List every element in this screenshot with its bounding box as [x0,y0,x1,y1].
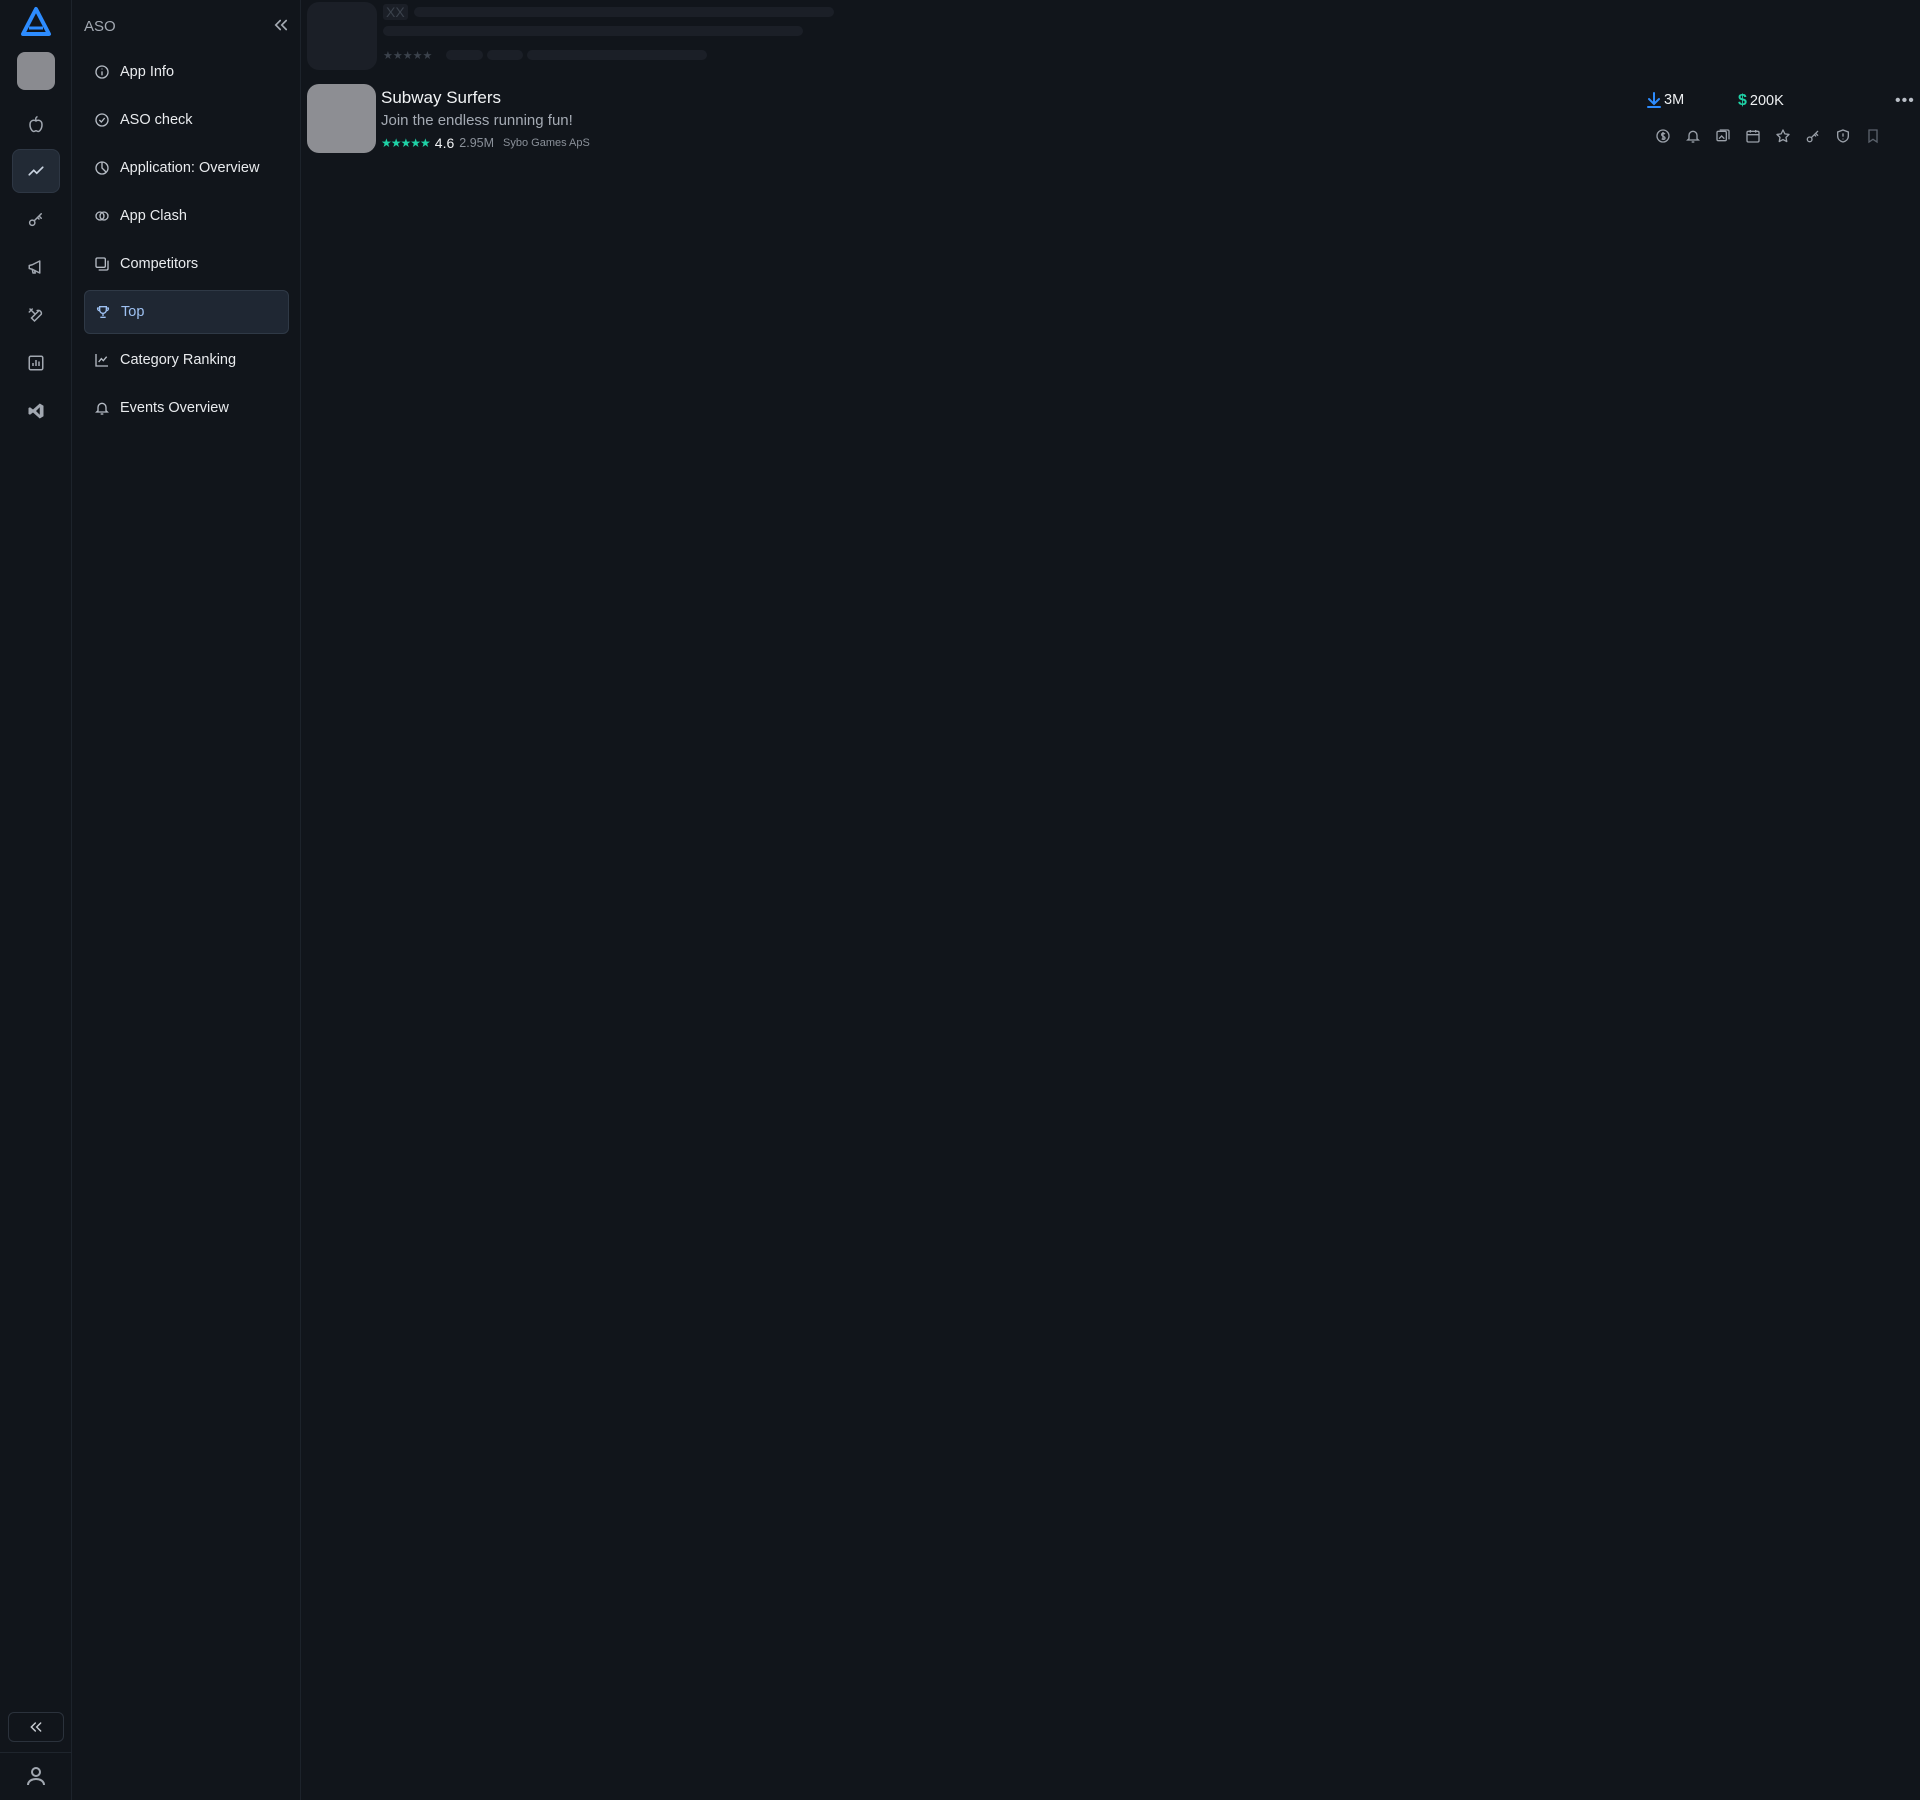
tools-icon[interactable] [12,293,60,337]
pie-chart-icon [94,160,110,176]
collapse-sidebar-icon[interactable] [272,16,290,34]
check-circle-icon [94,112,110,128]
app-developer[interactable]: Sybo Games ApS [503,137,590,149]
app-name[interactable]: Subway Surfers [381,88,501,108]
sidebar-item-label: App Info [120,64,175,80]
skeleton-app-icon [307,2,377,70]
user-icon[interactable] [24,1764,48,1788]
sidebar-item-aso-check[interactable]: ASO check [84,98,289,142]
sidebar-item-category-ranking[interactable]: Category Ranking [84,338,289,382]
dollar-circle-icon[interactable] [1648,126,1678,146]
megaphone-icon[interactable] [12,245,60,289]
sidebar-item-label: Competitors [120,256,199,272]
apple-icon[interactable] [12,102,60,146]
app-meta: ★★★★★ 4.6 2.95M Sybo Games ApS [381,135,590,151]
bookmark-icon[interactable] [1858,126,1888,146]
swords-icon [94,208,110,224]
download-icon [1647,92,1661,108]
app-icon[interactable] [307,84,376,153]
sidebar-item-events-overview[interactable]: Events Overview [84,386,289,430]
revenue-value: 200K [1749,93,1784,109]
aso-sidebar: ASO App Info ASO check Application: Over… [72,0,301,1800]
sidebar-item-label: Top [121,304,145,320]
skeleton-developer-bar [527,50,707,60]
double-chevron-left-icon [30,1722,42,1732]
trophy-icon [95,304,111,320]
selected-app-thumbnail[interactable] [17,52,55,90]
skeleton-subtitle-bar [383,26,803,36]
rail-divider [0,1752,72,1753]
skeleton-votes-bar [487,50,523,60]
app-rating: 4.6 [434,135,455,151]
sidebar-item-label: ASO check [120,112,193,128]
bell-icon[interactable] [1678,126,1708,146]
sidebar-item-label: Category Ranking [120,352,237,368]
calendar-icon[interactable] [1738,126,1768,146]
shield-icon[interactable] [1828,126,1858,146]
rating-stars: ★★★★★ [381,136,431,150]
icon-rail [0,0,72,1800]
downloads-stat: 3M [1647,92,1684,108]
sidebar-item-label: App Clash [120,208,187,224]
app-subtitle: Join the endless running fun! [381,112,573,129]
skeleton-title-bar [414,7,834,17]
sidebar-item-competitors[interactable]: Competitors [84,242,289,286]
revenue-stat: $ 200K [1738,92,1784,110]
app-actions [1648,126,1888,146]
screenshots-icon[interactable] [1708,126,1738,146]
sidebar-item-app-info[interactable]: App Info [84,50,289,94]
line-chart-icon [94,352,110,368]
downloads-value: 3M [1664,92,1685,108]
trending-icon[interactable] [12,149,60,193]
dollar-icon: $ [1738,92,1747,109]
more-options-button[interactable]: ••• [1895,92,1915,110]
sidebar-item-top[interactable]: Top [84,290,289,334]
collapse-rail-button[interactable] [8,1712,64,1742]
app-votes: 2.95M [459,136,495,150]
main-content: XX ★★★★★ Subway Surfers Join the endless… [301,0,1920,1800]
skeleton-rating-bar [446,50,483,60]
skeleton-stars: ★★★★★ [383,50,433,62]
sidebar-title: ASO [84,18,116,35]
sidebar-item-application-overview[interactable]: Application: Overview [84,146,289,190]
key-icon[interactable] [1798,126,1828,146]
sidebar-item-app-clash[interactable]: App Clash [84,194,289,238]
gallery-icon [94,256,110,272]
star-icon[interactable] [1768,126,1798,146]
sidebar-item-label: Events Overview [120,400,229,416]
bar-chart-icon[interactable] [12,341,60,385]
key-icon[interactable] [12,197,60,241]
info-icon [94,64,110,80]
sidebar-item-label: Application: Overview [120,160,260,176]
skeleton-placeholder: XX [383,4,408,20]
vscode-icon[interactable] [12,389,60,433]
bell-icon [94,400,110,416]
logo-icon[interactable] [20,6,52,38]
